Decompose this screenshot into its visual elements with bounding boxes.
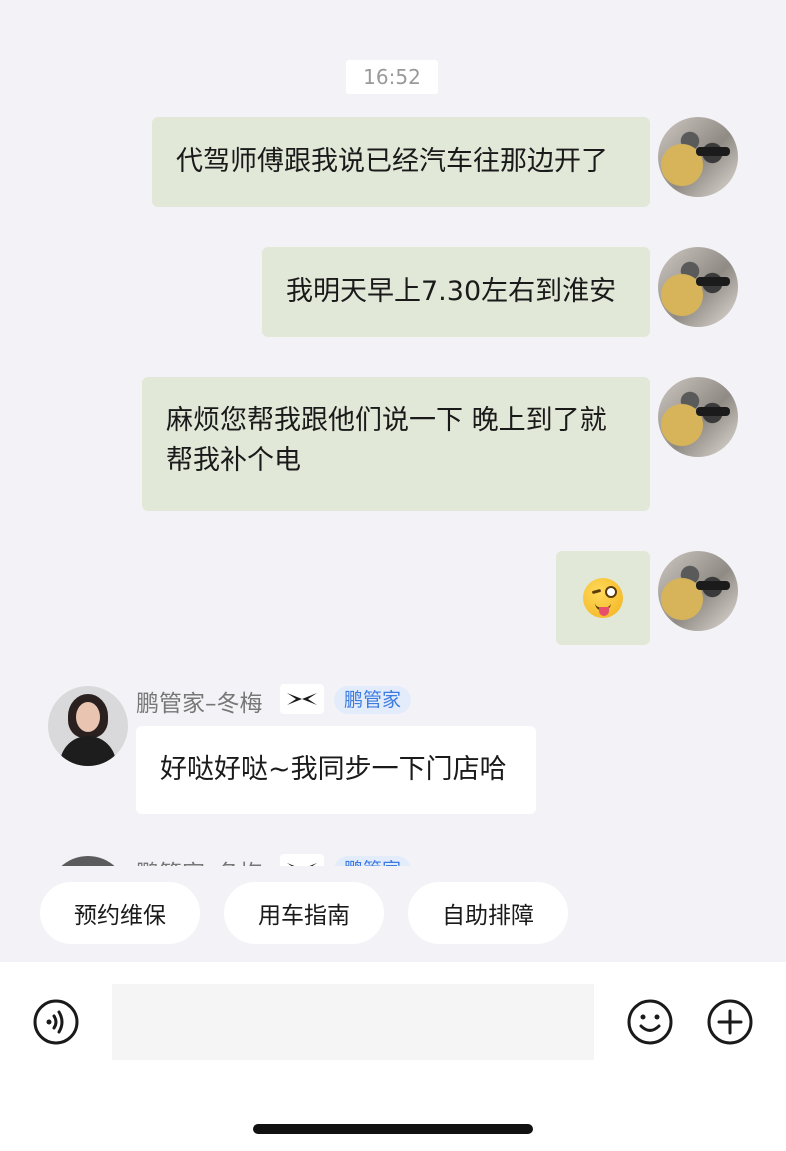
quick-action-maintenance[interactable]: 预约维保 <box>40 882 200 944</box>
agent-avatar[interactable] <box>48 856 128 866</box>
quick-action-guide[interactable]: 用车指南 <box>224 882 384 944</box>
winking-face-with-tongue-icon <box>583 578 623 618</box>
message-timestamp: 16:52 <box>346 60 438 94</box>
my-avatar[interactable] <box>658 377 738 457</box>
input-bar <box>0 962 786 1151</box>
voice-icon[interactable] <box>32 998 80 1046</box>
quick-action-troubleshoot[interactable]: 自助排障 <box>408 882 568 944</box>
xpeng-logo-icon <box>280 684 324 714</box>
sender-name: 鹏管家–冬梅 <box>136 691 263 717</box>
outgoing-message[interactable]: 麻烦您帮我跟他们说一下 晚上到了就帮我补个电 <box>142 377 650 511</box>
outgoing-emoji-message[interactable] <box>556 551 650 645</box>
incoming-message[interactable]: 好哒好哒~我同步一下门店哈 <box>136 726 536 814</box>
my-avatar[interactable] <box>658 117 738 197</box>
role-badge: 鹏管家 <box>334 856 412 866</box>
xpeng-logo-icon <box>280 854 324 866</box>
role-badge: 鹏管家 <box>334 686 412 714</box>
my-avatar[interactable] <box>658 247 738 327</box>
outgoing-message[interactable]: 我明天早上7.30左右到淮安 <box>262 247 650 337</box>
chat-area[interactable]: 16:52 代驾师傅跟我说已经汽车往那边开了 我明天早上7.30左右到淮安 麻烦… <box>0 0 786 866</box>
message-input[interactable] <box>112 984 594 1060</box>
my-avatar[interactable] <box>658 551 738 631</box>
outgoing-message[interactable]: 代驾师傅跟我说已经汽车往那边开了 <box>152 117 650 207</box>
plus-icon[interactable] <box>706 998 754 1046</box>
agent-avatar[interactable] <box>48 686 128 766</box>
quick-action-bar: 预约维保 用车指南 自助排障 <box>0 866 786 962</box>
sender-name: 鹏管家–冬梅 <box>136 854 263 866</box>
home-indicator[interactable] <box>253 1124 533 1134</box>
emoji-icon[interactable] <box>626 998 674 1046</box>
